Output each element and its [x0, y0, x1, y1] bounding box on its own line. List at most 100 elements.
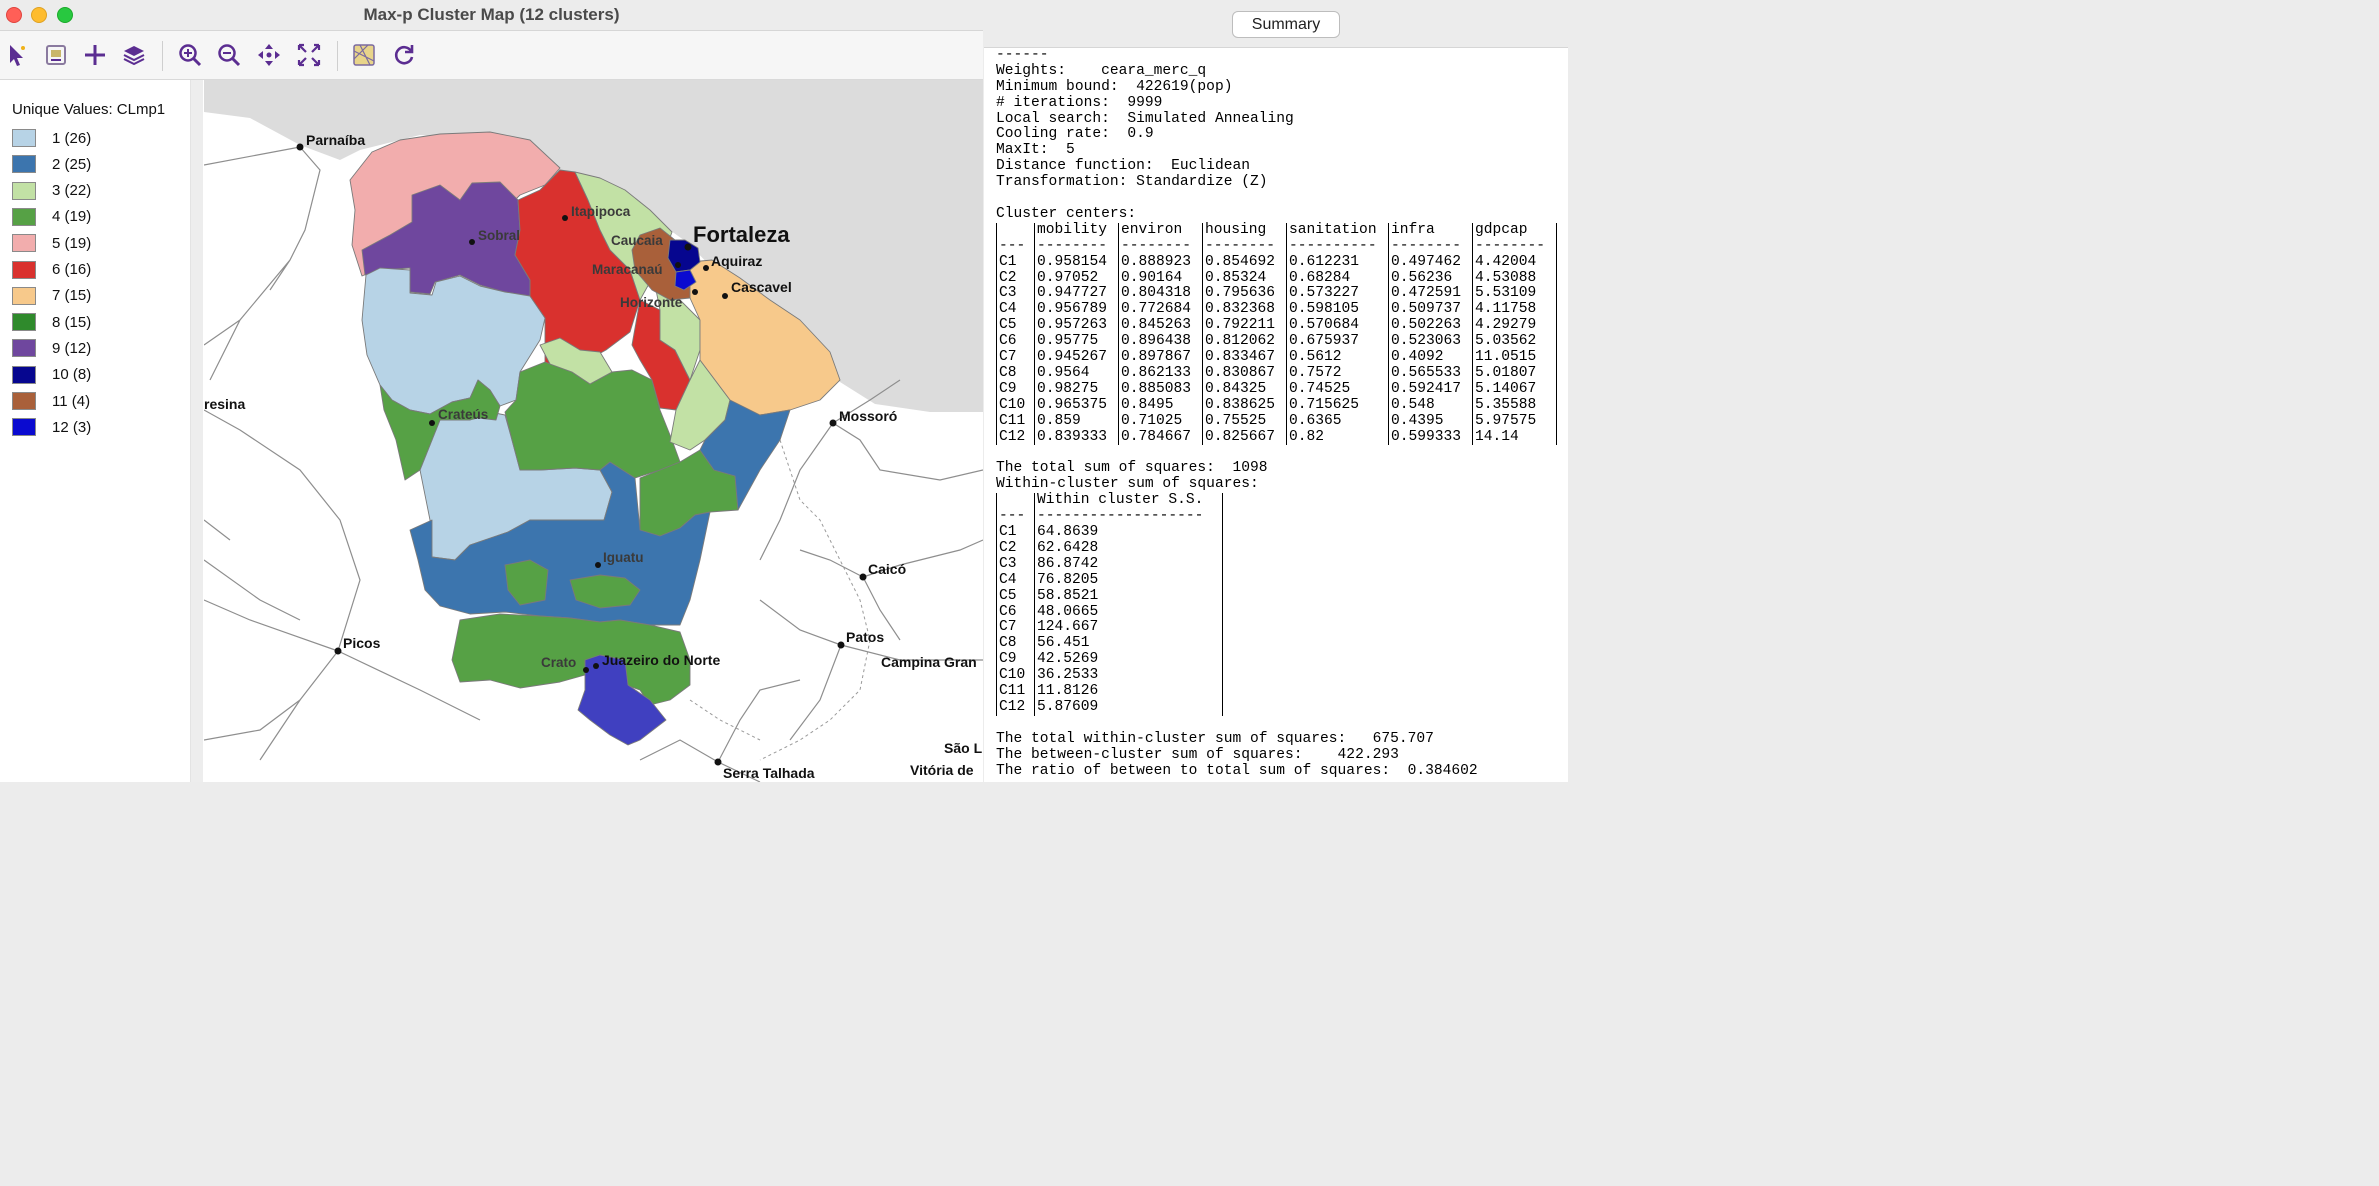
cluster-centers-table: mobility environ housing sanitation infra gdp… [996, 222, 1557, 446]
place-label-serra-talhada: Serra Talhada [723, 765, 815, 781]
table-cell: 56.451 [1034, 635, 1223, 653]
column-divider: --- [996, 508, 1035, 525]
table-cell: 0.845263 [1118, 317, 1203, 335]
select-tool-icon[interactable] [2, 39, 34, 71]
legend-item[interactable]: 7 (15) [12, 285, 91, 307]
table-cell: 5.14067 [1472, 381, 1557, 398]
table-cell: 0.812062 [1202, 333, 1287, 351]
legend-item[interactable]: 12 (3) [12, 416, 91, 438]
place-label-patos: Patos [846, 629, 884, 645]
column-divider: -------- [1034, 238, 1119, 255]
table-cell: 0.502263 [1388, 317, 1473, 335]
total-ss: The total sum of squares: 1098 [996, 460, 1268, 477]
legend-item[interactable]: 3 (22) [12, 180, 91, 202]
summary-header-line: Cooling rate: 0.9 [996, 126, 1154, 143]
row-label: C11 [996, 683, 1035, 700]
table-cell: 4.53088 [1472, 270, 1557, 287]
table-row: C7 124.667 [996, 620, 1223, 637]
full-extent-icon[interactable] [293, 39, 325, 71]
row-label: C5 [996, 588, 1035, 605]
table-cell: 0.4395 [1388, 413, 1473, 430]
legend-item[interactable]: 10 (8) [12, 364, 91, 386]
place-label-sobral: Sobral [478, 228, 520, 243]
row-label: C4 [996, 572, 1035, 589]
cluster-map: Parnaíba Sobral Itapipoca Caucaia Fortal… [204, 80, 983, 782]
table-divider-row: --- -------- -------- -------- ---------- ---… [996, 238, 1557, 255]
table-cell: 0.888923 [1118, 254, 1203, 271]
place-label-mossoro: Mossoró [839, 408, 897, 424]
toolbar [0, 31, 983, 80]
table-cell: 0.74525 [1286, 381, 1389, 398]
pan-icon[interactable] [253, 39, 285, 71]
map-canvas[interactable]: Parnaíba Sobral Itapipoca Caucaia Fortal… [204, 80, 983, 782]
legend-label: 7 (15) [52, 287, 92, 305]
map-background-icon[interactable] [348, 39, 380, 71]
save-image-icon[interactable] [40, 39, 72, 71]
column-divider: ------------------- [1034, 508, 1223, 525]
row-label: C9 [996, 381, 1035, 398]
table-row: C12 5.87609 [996, 699, 1223, 716]
table-cell: 0.859 [1034, 413, 1119, 430]
table-cell: 0.9564 [1034, 365, 1119, 382]
place-label-itapipoca: Itapipoca [571, 204, 631, 219]
legend-item[interactable]: 2 (25) [12, 153, 91, 175]
legend-label: 12 (3) [52, 418, 92, 436]
table-cell: 4.29279 [1472, 317, 1557, 335]
table-cell: 0.825667 [1202, 429, 1287, 446]
column-header: housing [1202, 222, 1287, 239]
table-cell: 0.98275 [1034, 381, 1119, 398]
add-layer-icon[interactable] [79, 39, 111, 71]
row-label: C9 [996, 651, 1035, 669]
table-row: C3 86.8742 [996, 556, 1223, 573]
table-divider-row: --- ------------------- [996, 508, 1223, 525]
table-cell: 58.8521 [1034, 588, 1223, 605]
legend-item[interactable]: 4 (19) [12, 206, 91, 228]
row-label: C8 [996, 635, 1035, 653]
legend-swatch [12, 392, 36, 410]
table-cell: 0.90164 [1118, 270, 1203, 287]
table-cell: 0.472591 [1388, 286, 1473, 303]
table-row: C8 56.451 [996, 635, 1223, 653]
table-cell: 0.804318 [1118, 286, 1203, 303]
legend-item[interactable]: 11 (4) [12, 390, 90, 412]
legend-swatch [12, 365, 36, 384]
table-cell: 86.8742 [1034, 556, 1223, 573]
zoom-out-icon[interactable] [213, 39, 245, 71]
zoom-in-icon[interactable] [174, 39, 206, 71]
table-cell: 0.854692 [1202, 254, 1287, 271]
legend-swatch [12, 260, 36, 279]
legend-label: 9 (12) [52, 339, 92, 357]
refresh-icon[interactable] [388, 39, 420, 71]
table-cell: 0.862133 [1118, 365, 1203, 382]
legend-splitter[interactable] [191, 80, 203, 782]
summary-tab[interactable]: Summary [1232, 11, 1340, 38]
table-row: C8 0.9564 0.862133 0.830867 0.7572 0.565533 5.… [996, 365, 1557, 382]
table-row: C1 0.958154 0.888923 0.854692 0.612231 0.4974… [996, 254, 1557, 271]
table-cell: 0.523063 [1388, 333, 1473, 351]
column-divider: -------- [1388, 238, 1473, 255]
summary-header: Summary [984, 0, 1568, 48]
layers-icon[interactable] [118, 39, 150, 71]
title-bar: Max-p Cluster Map (12 clusters) [0, 0, 983, 31]
row-label: C4 [996, 301, 1035, 319]
legend-item[interactable]: 1 (26) [12, 127, 91, 149]
row-label: C2 [996, 540, 1035, 557]
table-cell: 0.896438 [1118, 333, 1203, 351]
table-cell: 0.548 [1388, 397, 1473, 414]
row-label: C2 [996, 270, 1035, 287]
table-header-row: Within cluster S.S. [996, 492, 1223, 510]
table-cell: 0.5612 [1286, 349, 1389, 366]
row-label: C1 [996, 524, 1035, 541]
legend-swatch [12, 207, 36, 226]
legend-item[interactable]: 8 (15) [12, 311, 91, 333]
table-cell: 64.8639 [1034, 524, 1223, 541]
legend-item[interactable]: 9 (12) [12, 337, 91, 359]
table-cell: 5.01807 [1472, 365, 1557, 382]
legend-item[interactable]: 5 (19) [12, 232, 91, 254]
legend-title: Unique Values: CLmp1 [12, 101, 166, 118]
column-header: gdpcap [1472, 222, 1557, 239]
table-cell: 0.838625 [1202, 397, 1287, 414]
legend-item[interactable]: 6 (16) [12, 259, 91, 281]
table-cell: 0.784667 [1118, 429, 1203, 446]
summary-header-line: Transformation: Standardize (Z) [996, 174, 1268, 191]
